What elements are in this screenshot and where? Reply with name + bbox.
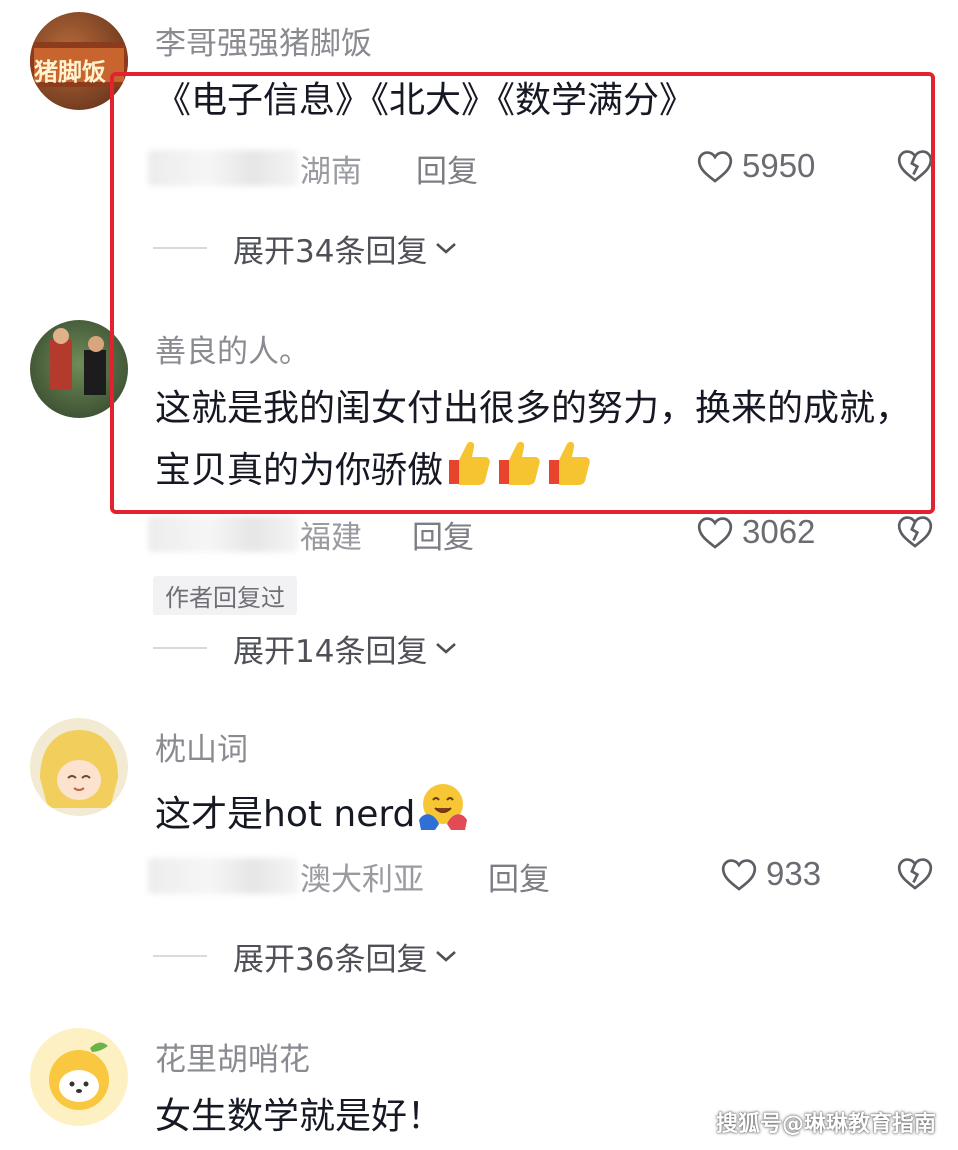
- comment-item: 花里胡哨花 女生数学就是好！: [0, 0, 958, 1150]
- avatar-image: [49, 1042, 109, 1110]
- avatar[interactable]: [30, 1028, 128, 1126]
- username[interactable]: 花里胡哨花: [155, 1034, 310, 1079]
- watermark: 搜狐号@琳琳教育指南: [715, 1112, 936, 1137]
